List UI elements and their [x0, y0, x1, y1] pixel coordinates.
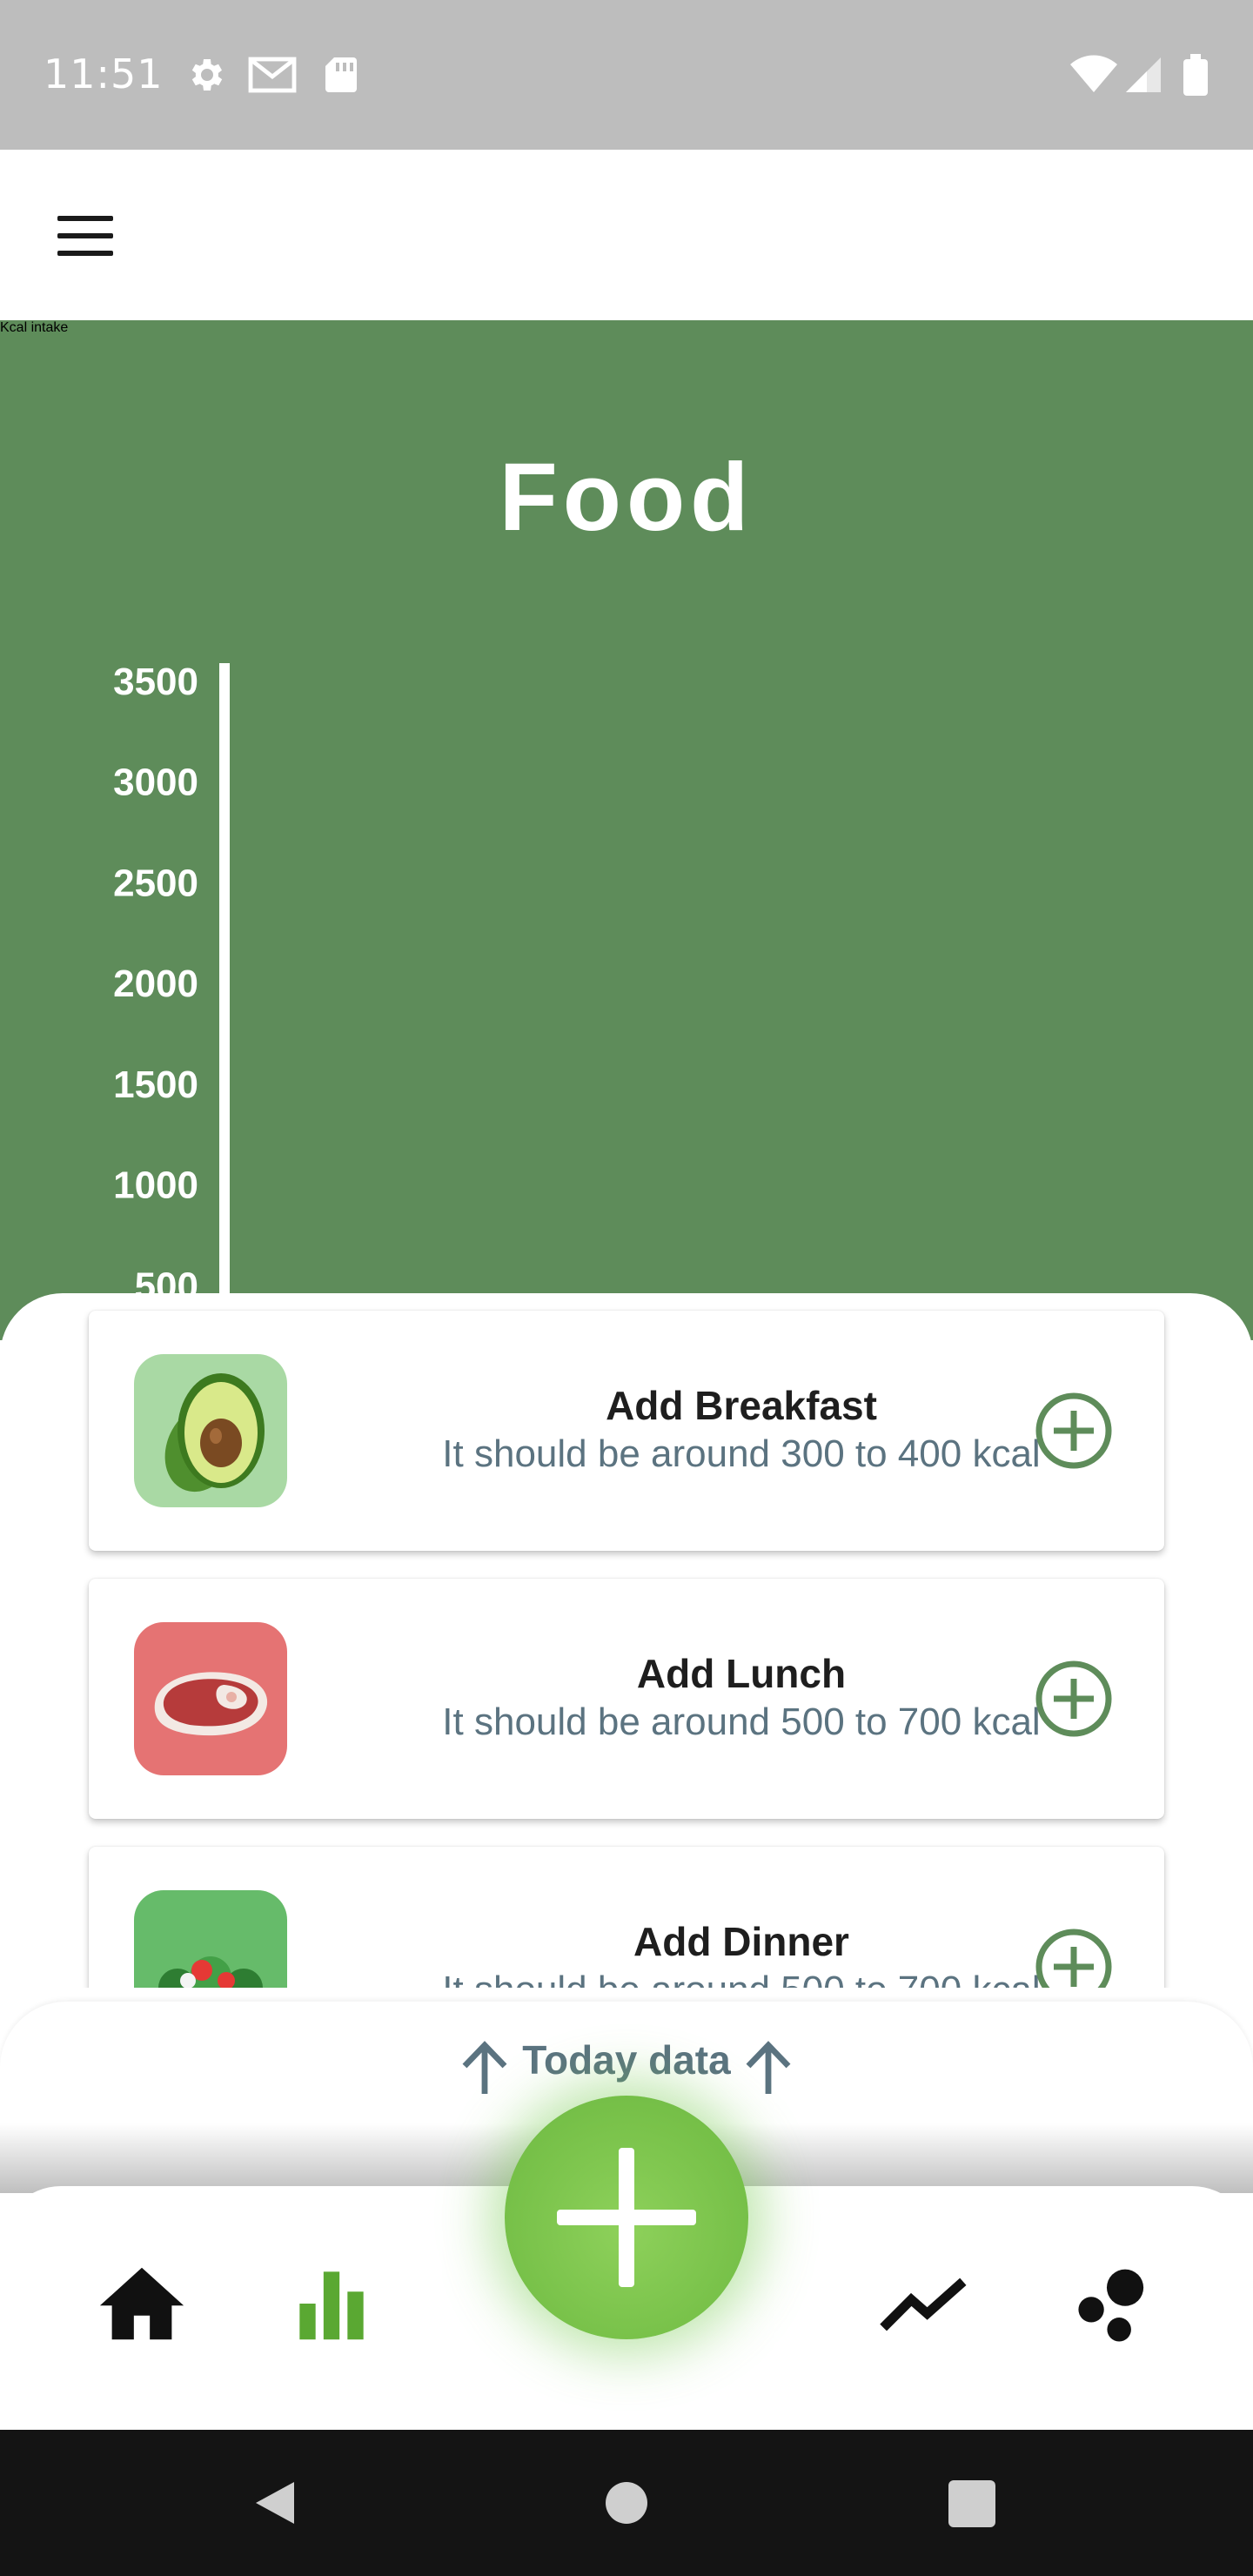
bar-chart-icon[interactable]	[284, 2256, 379, 2351]
system-navigation-bar	[0, 2430, 1253, 2576]
add-dinner-card[interactable]: Add Dinner It should be around 500 to 70…	[89, 1847, 1164, 1988]
food-header: Food 05001000150020002500300035001714202…	[0, 320, 1253, 1340]
hamburger-menu-icon[interactable]	[42, 202, 129, 272]
status-bar: 11:51	[0, 0, 1253, 150]
battery-icon	[1183, 54, 1208, 96]
back-icon[interactable]	[252, 2479, 298, 2527]
trend-line-icon[interactable]	[875, 2256, 971, 2351]
add-breakfast-card[interactable]: Add Breakfast It should be around 300 to…	[89, 1311, 1164, 1551]
wifi-icon	[1070, 55, 1117, 92]
add-breakfast-button[interactable]	[1034, 1391, 1114, 1471]
add-lunch-button[interactable]	[1034, 1659, 1114, 1739]
status-time: 11:51	[44, 50, 164, 97]
settings-icon	[191, 59, 223, 91]
recents-icon[interactable]	[948, 2480, 995, 2527]
kcal-intake-chart: 0500100015002000250030003500171420273340…	[113, 661, 230, 1330]
add-fab-button[interactable]	[505, 2096, 748, 2339]
sd-card-icon	[325, 57, 357, 92]
y-tick-label: 1000	[113, 1164, 198, 1207]
scatter-dots-icon[interactable]	[1063, 2256, 1159, 2351]
cell-signal-icon	[1126, 57, 1161, 92]
home-button-icon[interactable]	[604, 2480, 649, 2526]
page-title: Food	[499, 444, 754, 551]
add-lunch-card[interactable]: Add Lunch It should be around 500 to 700…	[89, 1579, 1164, 1819]
arrow-up-icon	[746, 2041, 791, 2094]
add-dinner-button[interactable]	[1034, 1927, 1114, 1988]
salad-icon	[134, 1890, 287, 1988]
app-bar	[0, 150, 1253, 320]
today-data-label: Today data	[522, 2037, 731, 2083]
gmail-icon	[248, 57, 297, 93]
meal-list: Add Breakfast It should be around 300 to…	[0, 1293, 1253, 1988]
y-tick-label: 2000	[113, 963, 198, 1005]
home-icon[interactable]	[94, 2256, 190, 2351]
y-tick-label: 1500	[113, 1063, 198, 1106]
y-tick-label: 3500	[113, 661, 198, 703]
y-tick-label: 3000	[113, 761, 198, 804]
steak-icon	[134, 1622, 287, 1775]
y-tick-label: 2500	[113, 862, 198, 904]
chart-xlabel: Kcal intake	[0, 320, 69, 335]
avocado-icon	[134, 1354, 287, 1507]
